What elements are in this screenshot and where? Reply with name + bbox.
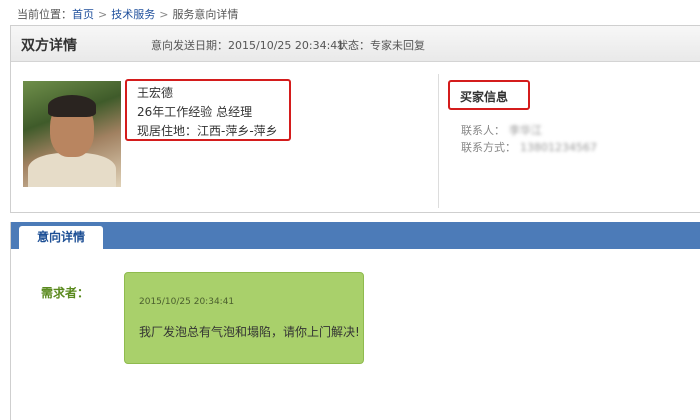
expert-info-box: 王宏德 26年工作经验 总经理 现居住地：江西-萍乡-萍乡 (125, 79, 291, 141)
breadcrumb-current: 服务意向详情 (172, 8, 239, 21)
page-title: 双方详情 (21, 38, 77, 54)
buyer-info-box: 买家信息 (448, 80, 530, 110)
buyer-section-title: 买家信息 (460, 90, 509, 104)
breadcrumb-separator: > (98, 8, 108, 21)
message-text: 我厂发泡总有气泡和塌陷，请你上门解决! (139, 325, 360, 339)
status-text: 状态：专家未回复 (337, 39, 425, 52)
parties-panel: 双方详情 意向发送日期：2015/10/25 20:34:41 状态：专家未回复… (10, 25, 700, 213)
message-bubble: 2015/10/25 20:34:41 我厂发泡总有气泡和塌陷，请你上门解决! (124, 272, 364, 364)
send-date: 意向发送日期：2015/10/25 20:34:41 (151, 39, 345, 52)
buyer-phone: 联系方式： 13801234567 (461, 139, 597, 155)
buyer-contact: 联系人： 李华江 (461, 122, 542, 138)
requester-label: 需求者： (41, 286, 90, 300)
buyer-contact-value: 李华江 (509, 124, 542, 137)
expert-name: 王宏德 (137, 86, 174, 100)
buyer-phone-value: 13801234567 (520, 141, 597, 154)
expert-avatar (23, 81, 121, 187)
breadcrumb: 当前位置：首页 > 技术服务 > 服务意向详情 (17, 6, 238, 22)
buyer-phone-label: 联系方式： (461, 141, 516, 154)
expert-experience: 26年工作经验 总经理 (137, 105, 253, 119)
intention-detail-section: 意向详情 需求者： 2015/10/25 20:34:41 我厂发泡总有气泡和塌… (10, 222, 700, 420)
message-time: 2015/10/25 20:34:41 (139, 297, 235, 307)
buyer-contact-label: 联系人： (461, 124, 505, 137)
tab-intention-detail[interactable]: 意向详情 (19, 226, 103, 250)
breadcrumb-home-link[interactable]: 首页 (72, 8, 94, 21)
tab-bar: 意向详情 (11, 222, 700, 250)
panel-header: 双方详情 意向发送日期：2015/10/25 20:34:41 状态：专家未回复 (11, 26, 700, 62)
breadcrumb-tech-service-link[interactable]: 技术服务 (111, 8, 155, 21)
expert-residence: 现居住地：江西-萍乡-萍乡 (137, 124, 278, 138)
vertical-divider (438, 74, 439, 208)
breadcrumb-prefix: 当前位置： (17, 8, 72, 21)
breadcrumb-separator: > (159, 8, 169, 21)
